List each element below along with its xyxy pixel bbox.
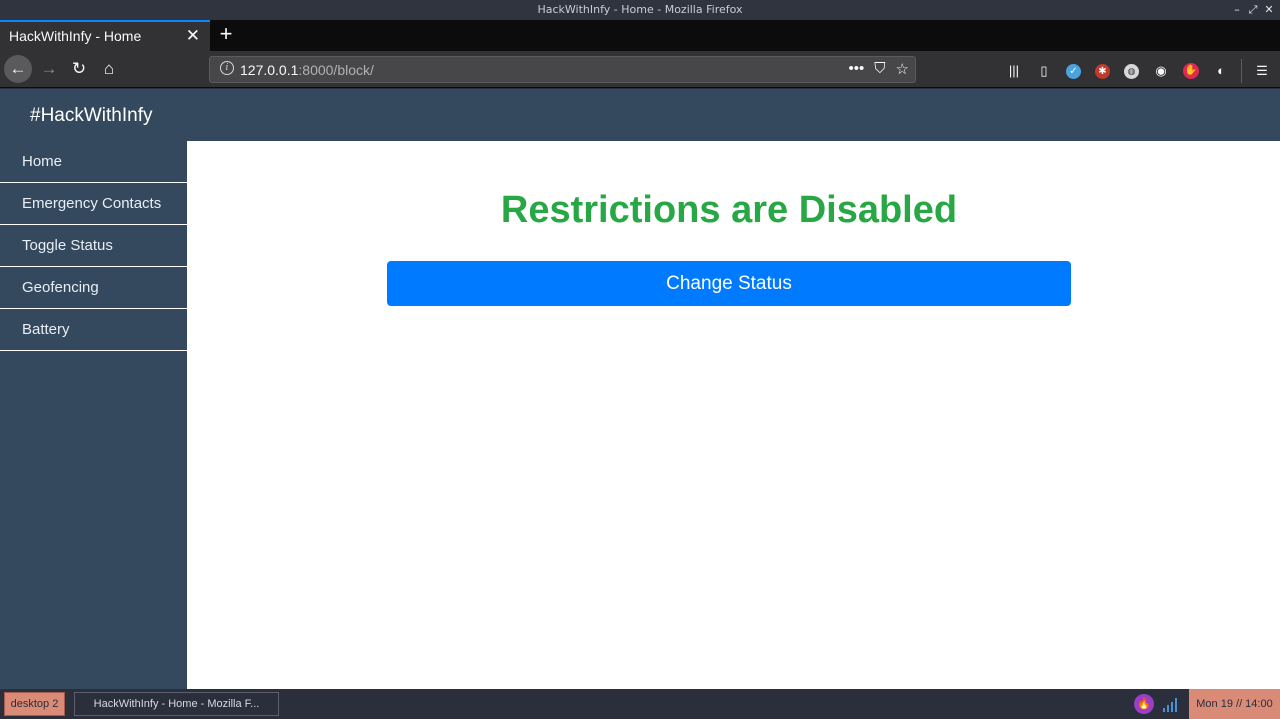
extension-red-icon[interactable]: ✱ [1095,63,1110,79]
library-icon[interactable]: ||| [1004,61,1024,81]
window-controls: – ⤢ ✕ [1232,0,1274,20]
tab-strip: HackWithInfy - Home ✕ + [0,20,1280,51]
sidebar-item-home[interactable]: Home [0,141,187,183]
toolbar-extensions: ||| ▯ ✓ ✱ ◍ ◉ ✋ ◐ ☰ [1004,59,1272,83]
url-bar[interactable]: i 127.0.0.1:8000/block/ ••• ⛉ ☆ [209,56,916,83]
sidebar-item-geofencing[interactable]: Geofencing [0,267,187,309]
extension-stop-icon[interactable]: ✋ [1183,63,1199,79]
taskbar: desktop 2 HackWithInfy - Home - Mozilla … [0,689,1280,719]
window-titlebar: HackWithInfy - Home - Mozilla Firefox – … [0,0,1280,20]
tab-active[interactable]: HackWithInfy - Home ✕ [0,20,210,51]
navigation-toolbar: ← → ↻ ⌂ i 127.0.0.1:8000/block/ ••• ⛉ ☆ … [0,51,1280,88]
tray-app-icon[interactable]: 🔥 [1134,694,1154,714]
new-tab-icon[interactable]: + [216,21,236,47]
site-info-icon[interactable]: i [220,61,234,75]
url-path: :8000/block/ [298,62,374,78]
close-window-icon[interactable]: ✕ [1264,0,1274,20]
extension-blue-icon[interactable]: ✓ [1066,63,1081,79]
clock: Mon 19 // 14:00 [1189,689,1280,719]
toolbar-separator [1241,59,1242,83]
url-actions: ••• ⛉ ☆ [849,60,909,78]
change-status-button[interactable]: Change Status [387,261,1071,306]
site-header: #HackWithInfy [0,89,1280,141]
home-icon[interactable]: ⌂ [95,55,123,83]
url-host: 127.0.0.1 [240,62,299,78]
url-text[interactable]: 127.0.0.1:8000/block/ [240,62,374,78]
web-page: #HackWithInfy Home Emergency Contacts To… [0,89,1280,689]
main-content: Restrictions are Disabled Change Status [188,141,1280,689]
menu-icon[interactable]: ☰ [1252,61,1272,81]
tab-close-icon[interactable]: ✕ [186,26,200,46]
status-heading: Restrictions are Disabled [500,189,958,231]
bookmark-star-icon[interactable]: ☆ [896,60,909,78]
site-brand[interactable]: #HackWithInfy [30,105,152,127]
window-title: HackWithInfy - Home - Mozilla Firefox [537,3,743,16]
page-actions-icon[interactable]: ••• [849,60,865,78]
forward-icon[interactable]: → [35,55,63,83]
account-icon[interactable]: ◉ [1151,61,1171,81]
taskbar-window-item[interactable]: HackWithInfy - Home - Mozilla F... [74,692,279,716]
sidebar-item-battery[interactable]: Battery [0,309,187,351]
network-signal-icon[interactable] [1163,696,1179,712]
pocket-icon[interactable]: ⛉ [874,60,885,78]
reload-icon[interactable]: ↻ [65,55,93,83]
sidebar: Home Emergency Contacts Toggle Status Ge… [0,141,187,689]
desktop-switcher-button[interactable]: desktop 2 [4,692,65,716]
back-icon[interactable]: ← [4,55,32,83]
maximize-icon[interactable]: ⤢ [1248,0,1258,20]
sidebar-toggle-icon[interactable]: ▯ [1034,61,1054,81]
sidebar-item-emergency-contacts[interactable]: Emergency Contacts [0,183,187,225]
extension-globe-icon[interactable]: ◍ [1124,63,1139,79]
sidebar-item-toggle-status[interactable]: Toggle Status [0,225,187,267]
minimize-icon[interactable]: – [1232,0,1242,20]
tab-title: HackWithInfy - Home [9,28,142,44]
extension-dark-icon[interactable]: ◐ [1211,61,1231,81]
